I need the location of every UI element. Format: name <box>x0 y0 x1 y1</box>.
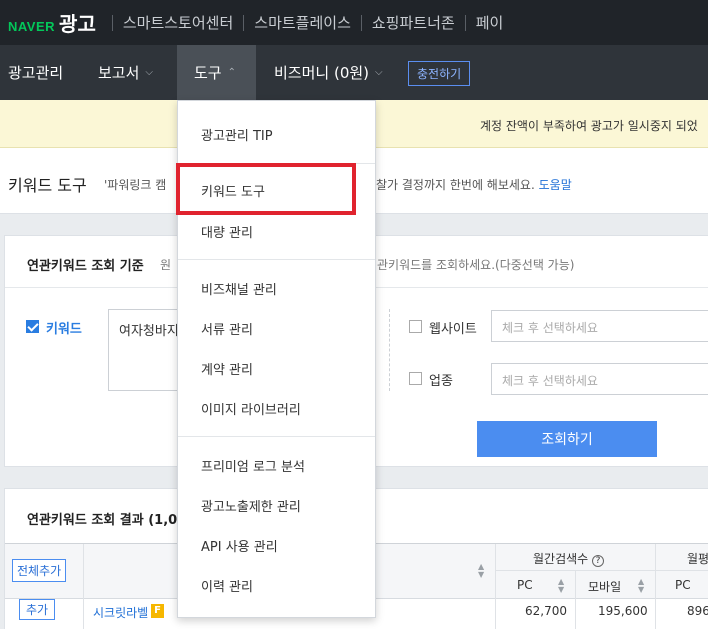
menu-api-usage[interactable]: API 사용 관리 <box>178 533 375 557</box>
keyword-checkbox[interactable] <box>26 320 39 333</box>
row-pc: 62,700 <box>525 604 567 618</box>
toplink-label: 스마트플레이스 <box>254 14 351 32</box>
industry-checkbox[interactable] <box>409 372 422 385</box>
separator <box>360 14 362 31</box>
sort-icon[interactable]: ▲ ▼ <box>478 563 484 579</box>
add-keyword-button[interactable]: 추가 <box>19 599 56 620</box>
sub-pc-2: PC <box>675 578 691 592</box>
menu-ad-tip[interactable]: 광고관리 TIP <box>178 122 375 146</box>
column-divider <box>655 544 656 629</box>
toplink-smartplace[interactable]: 스마트플레이스 <box>233 12 351 33</box>
menu-image-library[interactable]: 이미지 라이브러리 <box>178 396 375 420</box>
column-divider <box>83 544 84 629</box>
toplink-label: 쇼핑파트너존 <box>371 14 455 32</box>
sub-mobile: 모바일 <box>588 580 622 594</box>
page-desc-text: 찰가 결정까지 한번에 해보세요. <box>376 178 535 192</box>
help-link[interactable]: 도움말 <box>539 178 572 192</box>
toplink-label: 페이 <box>475 14 504 32</box>
menu-bulk-management[interactable]: 대량 관리 <box>178 219 375 243</box>
nav-label: 광고관리 <box>8 64 64 82</box>
f-badge: F <box>151 604 164 618</box>
page-title: 키워드 도구 <box>8 176 87 195</box>
separator <box>464 14 466 31</box>
website-label: 웹사이트 <box>429 322 477 337</box>
nav-reports[interactable]: 보고서 ⌵ <box>90 45 161 100</box>
chevron-down-icon: ⌵ <box>145 67 153 78</box>
industry-label: 업종 <box>429 374 453 389</box>
menu-divider <box>178 259 375 260</box>
nav-bizmoney[interactable]: 비즈머니 (0원) ⌵ <box>266 45 391 100</box>
nav-ad-management[interactable]: 광고관리 <box>0 45 71 100</box>
brand-ad: 광고 <box>59 12 96 36</box>
header-subdivider <box>495 570 708 571</box>
nav-label: 보고서 <box>98 64 140 82</box>
sub-pc: PC <box>517 578 533 592</box>
help-circle-icon[interactable]: ? <box>592 555 605 567</box>
toplink-pay[interactable]: 페이 <box>455 12 504 33</box>
keyword-textarea[interactable]: 여자청바지 <box>108 309 188 391</box>
chevron-down-icon: ⌵ <box>375 67 383 78</box>
menu-ad-exposure-limit[interactable]: 광고노출제한 관리 <box>178 493 375 517</box>
menu-documents[interactable]: 서류 관리 <box>178 316 375 340</box>
menu-history[interactable]: 이력 관리 <box>178 573 375 597</box>
page-desc: '파워링크 캠 <box>104 178 167 192</box>
col-monthly-label: 월간검색수 <box>533 552 589 566</box>
brand-naver: NAVER <box>8 19 56 34</box>
menu-bizchannel[interactable]: 비즈채널 관리 <box>178 276 375 300</box>
nav-label: 도구 <box>194 64 222 82</box>
results-title: 연관키워드 조회 결과 (1,0 <box>27 513 178 528</box>
menu-divider <box>178 436 375 437</box>
keyword-label: 키워드 <box>46 322 82 337</box>
naver-ad-logo[interactable]: NAVER 광고 <box>8 8 96 37</box>
sort-icon[interactable]: ▲ ▼ <box>638 578 644 594</box>
website-input[interactable]: 체크 후 선택하세요 <box>491 310 708 342</box>
industry-input[interactable]: 체크 후 선택하세요 <box>491 363 708 395</box>
highlight-annotation <box>176 163 356 215</box>
criteria-desc: 원 <box>160 258 172 272</box>
main-nav: 광고관리 보고서 ⌵ 도구 ⌃ 비즈머니 (0원) ⌵ 충전하기 <box>0 45 708 100</box>
separator <box>111 14 113 31</box>
column-divider <box>575 570 576 629</box>
charge-button[interactable]: 충전하기 <box>408 61 471 86</box>
sort-icon[interactable]: ▲ ▼ <box>558 578 564 594</box>
toplink-smartstore[interactable]: 스마트스토어센터 <box>102 12 233 33</box>
row-mobile: 195,600 <box>598 604 648 618</box>
col-avg: 월평 <box>687 552 708 566</box>
nav-label: 비즈머니 (0원) <box>274 64 370 82</box>
notice-text: 계정 잔액이 부족하여 광고가 일시중지 되었 <box>480 119 698 133</box>
chevron-up-icon: ⌃ <box>227 67 236 78</box>
row-avg-pc: 896 <box>687 604 708 618</box>
keyword-link[interactable]: 시크릿라벨 <box>93 604 148 621</box>
criteria-title: 연관키워드 조회 기준 <box>27 259 144 274</box>
criteria-desc-tail: 관키워드를 조회하세요.(다중선택 가능) <box>377 258 575 272</box>
toplink-shopping-partner[interactable]: 쇼핑파트너존 <box>351 12 455 33</box>
search-button[interactable]: 조회하기 <box>477 421 657 457</box>
toplink-label: 스마트스토어센터 <box>122 14 234 32</box>
separator <box>243 14 245 31</box>
column-divider <box>495 544 496 629</box>
add-all-button[interactable]: 전체추가 <box>12 559 67 582</box>
menu-premium-log[interactable]: 프리미엄 로그 분석 <box>178 453 375 477</box>
menu-contracts[interactable]: 계약 관리 <box>178 356 375 380</box>
nav-tools[interactable]: 도구 ⌃ <box>177 45 256 100</box>
website-checkbox[interactable] <box>409 320 422 333</box>
page-desc-tail: 찰가 결정까지 한번에 해보세요. 도움말 <box>376 176 572 193</box>
col-monthly: 월간검색수 ? <box>533 550 605 567</box>
divider <box>389 309 390 391</box>
top-brand-bar: NAVER 광고 스마트스토어센터 스마트플레이스 쇼핑파트너존 페이 <box>0 0 708 45</box>
